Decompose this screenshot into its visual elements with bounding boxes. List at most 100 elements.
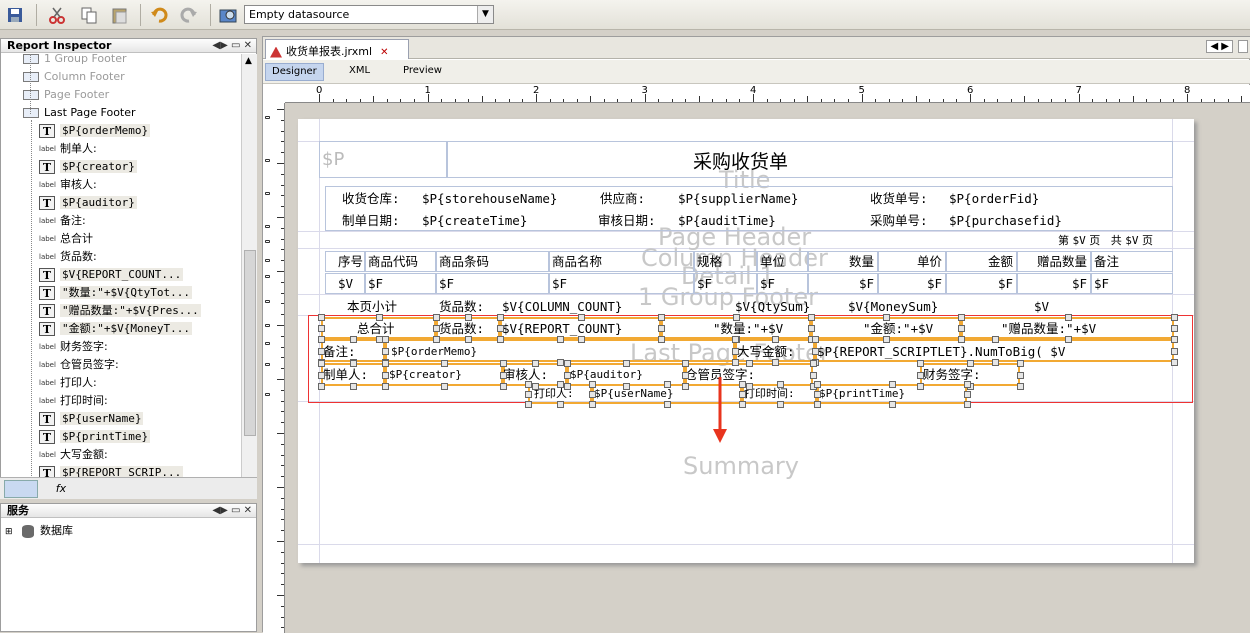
resize-handle[interactable] — [664, 381, 671, 388]
image-element[interactable]: $P — [319, 141, 447, 178]
datasource-select[interactable]: Empty datasource ▼ — [244, 5, 494, 24]
resize-handle[interactable] — [739, 391, 746, 398]
tab-xml[interactable]: XML — [343, 63, 376, 81]
cut-icon[interactable] — [46, 4, 68, 26]
column-header-cell[interactable]: 金额 — [946, 251, 1017, 272]
detail-cell[interactable]: $F — [1091, 273, 1173, 294]
resize-handle[interactable] — [382, 371, 389, 379]
resize-handle[interactable] — [772, 336, 779, 343]
printer-field[interactable]: $P{userName} — [594, 387, 673, 401]
resize-handle[interactable] — [589, 401, 596, 408]
resize-handle[interactable] — [318, 314, 325, 321]
group-footer-label[interactable]: 本页小计 — [347, 299, 397, 315]
resize-handle[interactable] — [382, 347, 389, 355]
resize-handle[interactable] — [733, 314, 740, 321]
band-marker-icon[interactable] — [265, 363, 270, 366]
tree-item[interactable]: Last Page Footer — [23, 104, 136, 122]
resize-handle[interactable] — [465, 314, 472, 321]
design-canvas[interactable]: Title Page Header Column Header Detail 1… — [285, 103, 1250, 633]
page-counter[interactable]: 第 $V 页 共 $V 页 — [1058, 233, 1153, 249]
column-header-cell[interactable]: 序号 — [325, 251, 365, 272]
resize-handle[interactable] — [964, 401, 971, 408]
resize-handle[interactable] — [382, 336, 389, 343]
big-amount-label[interactable]: 大写金额: — [737, 344, 795, 360]
money-field[interactable]: "金额:"+$V — [863, 321, 933, 337]
detail-cell[interactable]: $F — [365, 273, 436, 294]
resize-handle[interactable] — [500, 371, 507, 379]
resize-handle[interactable] — [564, 383, 571, 390]
resize-handle[interactable] — [1064, 336, 1072, 343]
resize-handle[interactable] — [658, 325, 665, 332]
resize-handle[interactable] — [958, 336, 965, 343]
resize-handle[interactable] — [883, 336, 890, 343]
resize-handle[interactable] — [917, 360, 924, 367]
scroll-thumb[interactable] — [244, 250, 256, 436]
copy-icon[interactable] — [78, 4, 100, 26]
redo-icon[interactable] — [178, 4, 200, 26]
big-amount-field[interactable]: $P{REPORT_SCRIPTLET}.NumToBig( $V — [817, 344, 1065, 360]
tree-item[interactable]: T $P{userName} — [39, 410, 144, 428]
tree-item[interactable]: label 打印人: — [39, 374, 97, 392]
resize-handle[interactable] — [664, 401, 671, 408]
tab-preview[interactable]: Preview — [397, 63, 448, 81]
resize-handle[interactable] — [589, 391, 596, 398]
detail-cell[interactable]: $F — [757, 273, 808, 294]
resize-handle[interactable] — [1171, 359, 1178, 366]
resize-handle[interactable] — [814, 401, 821, 408]
resize-handle[interactable] — [682, 383, 689, 390]
inspector-tab-icon[interactable] — [4, 480, 38, 498]
header-field[interactable]: $P{purchasefid} — [949, 213, 1062, 229]
resize-handle[interactable] — [525, 391, 532, 398]
resize-handle[interactable] — [964, 381, 971, 388]
resize-handle[interactable] — [739, 401, 746, 408]
tree-item[interactable]: T $P{orderMemo} — [39, 122, 151, 140]
detail-cell[interactable]: $F — [549, 273, 694, 294]
detail-cell[interactable]: $F — [808, 273, 878, 294]
header-label[interactable]: 收货单号: — [870, 191, 928, 207]
resize-handle[interactable] — [577, 314, 585, 321]
resize-handle[interactable] — [557, 401, 564, 408]
resize-handle[interactable] — [623, 360, 630, 367]
group-footer-var[interactable]: $V — [1034, 299, 1049, 315]
resize-handle[interactable] — [917, 383, 924, 390]
qty-field[interactable]: "数量:"+$V — [713, 321, 783, 337]
resize-handle[interactable] — [746, 383, 753, 390]
group-footer-qty[interactable]: $V{QtySum} — [735, 299, 810, 315]
tree-item[interactable]: label 仓管员签字: — [39, 356, 119, 374]
resize-handle[interactable] — [1064, 314, 1072, 321]
resize-handle[interactable] — [318, 371, 325, 379]
creator-label[interactable]: 制单人: — [323, 367, 368, 383]
band-marker-icon[interactable] — [265, 159, 270, 162]
resize-handle[interactable] — [557, 359, 564, 366]
resize-handle[interactable] — [350, 336, 357, 343]
tree-item[interactable]: T $P{creator} — [39, 158, 137, 176]
panel-controls[interactable]: ◀▶ ▭ ✕ — [212, 39, 252, 52]
chevron-down-icon[interactable]: ▼ — [477, 6, 493, 23]
detail-cell[interactable]: $F — [436, 273, 549, 294]
resize-handle[interactable] — [1171, 347, 1178, 355]
header-field[interactable]: $P{supplierName} — [678, 191, 798, 207]
header-field[interactable]: $P{orderFid} — [949, 191, 1039, 207]
resize-handle[interactable] — [589, 381, 596, 388]
resize-handle[interactable] — [889, 401, 896, 408]
header-label[interactable]: 制单日期: — [342, 213, 400, 229]
detail-cell[interactable]: $F — [946, 273, 1017, 294]
auditor-field[interactable]: $P{auditor} — [570, 367, 643, 383]
tab-designer[interactable]: Designer — [265, 63, 324, 81]
resize-handle[interactable] — [1171, 325, 1178, 332]
resize-handle[interactable] — [810, 371, 817, 379]
datasource-icon[interactable] — [217, 4, 239, 26]
resize-handle[interactable] — [682, 371, 689, 379]
resize-handle[interactable] — [746, 360, 753, 367]
resize-handle[interactable] — [382, 383, 389, 390]
resize-handle[interactable] — [991, 336, 999, 343]
tree-item[interactable]: T "赠品数量:"+$V{Pres... — [39, 302, 201, 320]
resize-handle[interactable] — [883, 314, 890, 321]
total-label[interactable]: 总合计 — [357, 321, 395, 337]
resize-handle[interactable] — [497, 314, 504, 321]
undo-icon[interactable] — [148, 4, 170, 26]
resize-handle[interactable] — [964, 391, 971, 398]
tree-item[interactable]: T "金额:"+$V{MoneyT... — [39, 320, 192, 338]
creator-field[interactable]: $P{creator} — [389, 367, 462, 383]
detail-cell[interactable]: $F — [1017, 273, 1091, 294]
